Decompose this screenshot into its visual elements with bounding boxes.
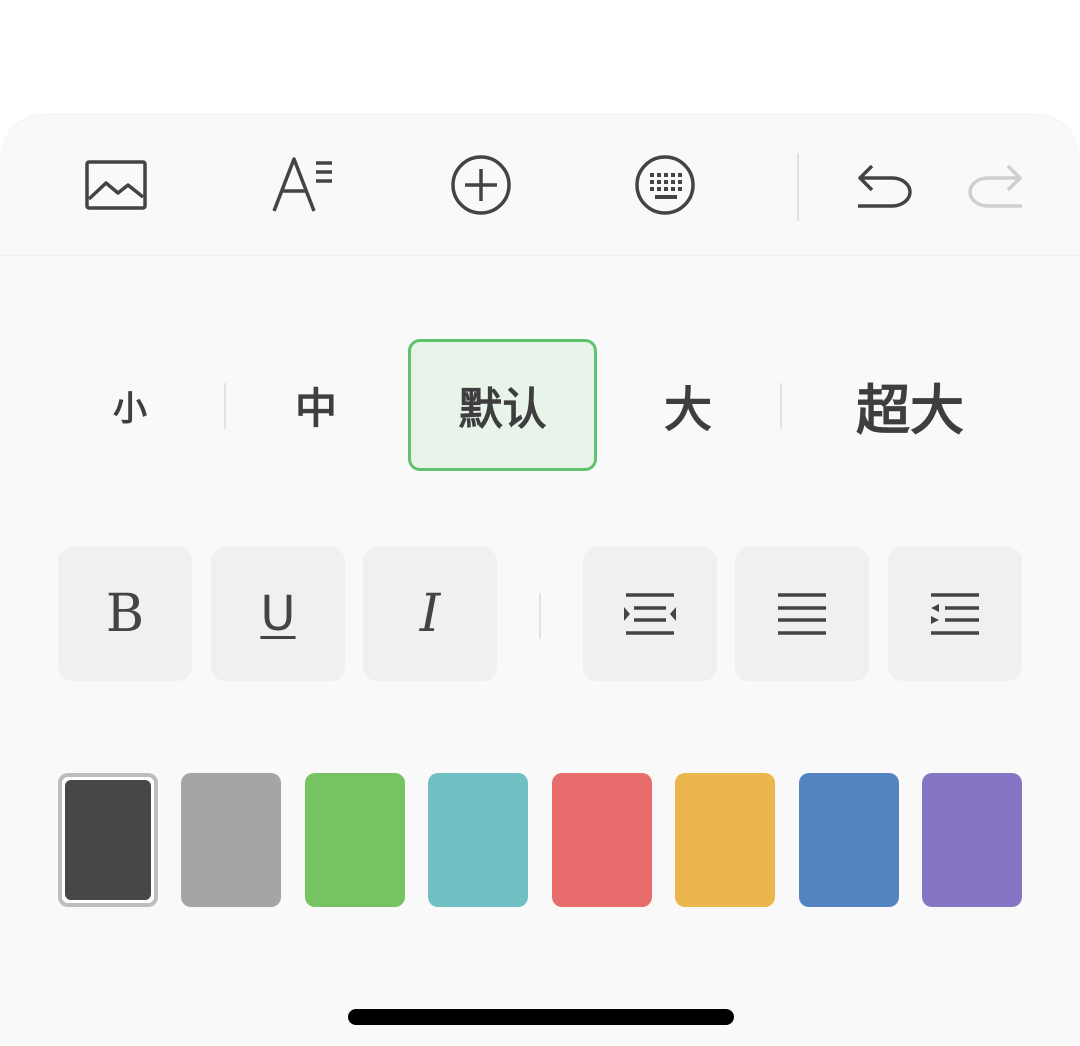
size-divider [224, 383, 226, 429]
insert-image-button[interactable] [84, 153, 148, 217]
outdent-button[interactable] [888, 547, 1022, 681]
top-toolbar [0, 115, 1080, 255]
keyboard-icon [635, 155, 695, 215]
toolbar-rule [0, 255, 1080, 256]
keyboard-button[interactable] [633, 153, 697, 217]
underline-icon: U [260, 586, 296, 642]
color-swatch-green[interactable] [305, 773, 405, 907]
redo-button[interactable] [964, 153, 1028, 217]
undo-button[interactable] [852, 153, 916, 217]
undo-icon [858, 164, 912, 208]
indent-button[interactable] [583, 547, 717, 681]
outdent-icon [931, 593, 979, 635]
italic-button[interactable]: I [363, 547, 497, 681]
color-swatch-yellow[interactable] [675, 773, 775, 907]
color-swatch-teal[interactable] [428, 773, 528, 907]
image-icon [85, 160, 147, 210]
color-swatch-dark-gray[interactable] [58, 773, 158, 907]
color-swatch-red[interactable] [552, 773, 652, 907]
color-swatch-blue[interactable] [799, 773, 899, 907]
swatch-fill [65, 780, 151, 900]
font-size-medium[interactable]: 中 [246, 339, 386, 471]
underline-button[interactable]: U [211, 547, 345, 681]
home-indicator[interactable] [348, 1009, 734, 1025]
font-size-small[interactable]: 小 [60, 339, 200, 471]
add-circle-icon [451, 155, 511, 215]
size-divider [780, 383, 782, 429]
insert-button[interactable] [449, 153, 513, 217]
format-divider [539, 593, 541, 639]
bold-button[interactable]: B [58, 547, 192, 681]
italic-icon: I [419, 584, 441, 644]
color-swatch-gray[interactable] [181, 773, 281, 907]
indent-icon [624, 593, 676, 635]
font-size-large[interactable]: 大 [618, 339, 758, 471]
bold-icon: B [105, 584, 145, 644]
format-buttons: B U I [0, 547, 1080, 683]
text-format-icon [272, 157, 332, 212]
font-size-selector: 小 中 默认 大 超大 [0, 339, 1080, 471]
redo-icon [968, 164, 1022, 208]
color-palette [0, 773, 1080, 909]
color-swatch-purple[interactable] [922, 773, 1022, 907]
align-justify-icon [778, 593, 826, 635]
align-justify-button[interactable] [735, 547, 869, 681]
editor-toolbar-panel: 小 中 默认 大 超大 B U I [0, 114, 1080, 1046]
toolbar-divider [797, 153, 799, 221]
text-format-button[interactable] [270, 153, 334, 217]
font-size-extra-large[interactable]: 超大 [810, 339, 1010, 471]
font-size-default[interactable]: 默认 [408, 339, 597, 471]
